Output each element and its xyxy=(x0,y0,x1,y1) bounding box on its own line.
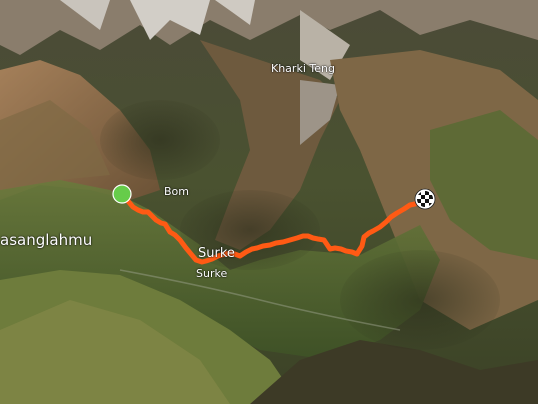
start-marker-icon[interactable] xyxy=(111,183,133,205)
place-label-kharki-teng: Kharki Teng xyxy=(271,62,335,75)
terrain-map[interactable]: Kharki Teng Bom Surke Surke asanglahmu xyxy=(0,0,538,404)
checkered-flag-icon[interactable] xyxy=(414,188,436,210)
place-label-surke: Surke xyxy=(198,246,235,261)
place-label-sanglahmu: asanglahmu xyxy=(0,231,93,249)
place-label-surke-secondary: Surke xyxy=(196,267,228,280)
route-line xyxy=(119,191,418,265)
place-label-bom: Bom xyxy=(164,185,189,198)
